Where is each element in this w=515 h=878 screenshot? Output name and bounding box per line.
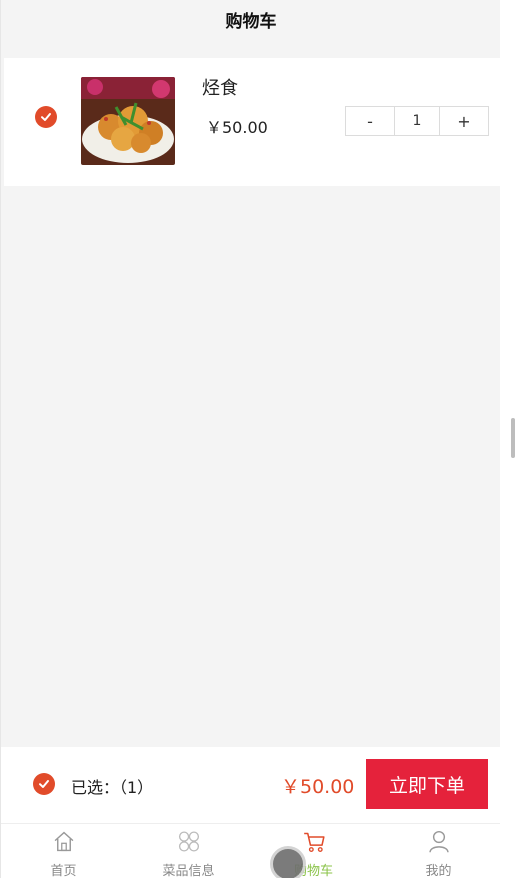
tab-label: 菜品信息 — [162, 864, 215, 878]
quantity-stepper: - 1 + — [345, 106, 489, 136]
grid-icon — [178, 831, 199, 852]
product-name: 烃食 — [202, 78, 238, 99]
tab-label: 我的 — [425, 864, 452, 878]
checkout-bar: 已选：（1） ￥50.00 立即下单 — [1, 747, 501, 823]
item-checkbox[interactable] — [35, 106, 57, 128]
cart-icon — [303, 832, 325, 852]
scrollbar-thumb[interactable] — [511, 418, 515, 458]
increase-button[interactable]: + — [440, 107, 488, 135]
bottom-tabbar: 首页 菜品信息 购物车 我的 — [1, 823, 501, 878]
quantity-value[interactable]: 1 — [394, 107, 440, 135]
tab-home[interactable]: 首页 — [1, 824, 126, 878]
select-all-checkbox[interactable] — [33, 773, 55, 795]
app-screen: 购物车 烃食 ￥50.00 - 1 + 已选：（1） ￥50.00 立即下单 首… — [0, 0, 501, 878]
place-order-button[interactable]: 立即下单 — [366, 759, 488, 809]
selected-count: 已选：（1） — [71, 778, 154, 797]
cart-item: 烃食 ￥50.00 - 1 + — [4, 58, 500, 186]
fried-food-photo-icon — [81, 77, 175, 165]
page-title: 购物车 — [225, 11, 277, 32]
tab-dishes[interactable]: 菜品信息 — [126, 824, 251, 878]
check-icon — [41, 113, 51, 121]
tab-profile[interactable]: 我的 — [376, 824, 501, 878]
product-image[interactable] — [81, 77, 175, 165]
touch-cursor-indicator — [270, 846, 306, 878]
home-icon — [54, 831, 73, 852]
product-price: ￥50.00 — [206, 118, 268, 137]
decrease-button[interactable]: - — [346, 107, 394, 135]
total-price: ￥50.00 — [281, 776, 355, 798]
tab-cart[interactable]: 购物车 — [251, 824, 376, 878]
top-header: 购物车 — [1, 0, 501, 46]
check-icon — [39, 780, 49, 788]
tab-label: 首页 — [50, 864, 77, 878]
user-icon — [428, 830, 449, 853]
